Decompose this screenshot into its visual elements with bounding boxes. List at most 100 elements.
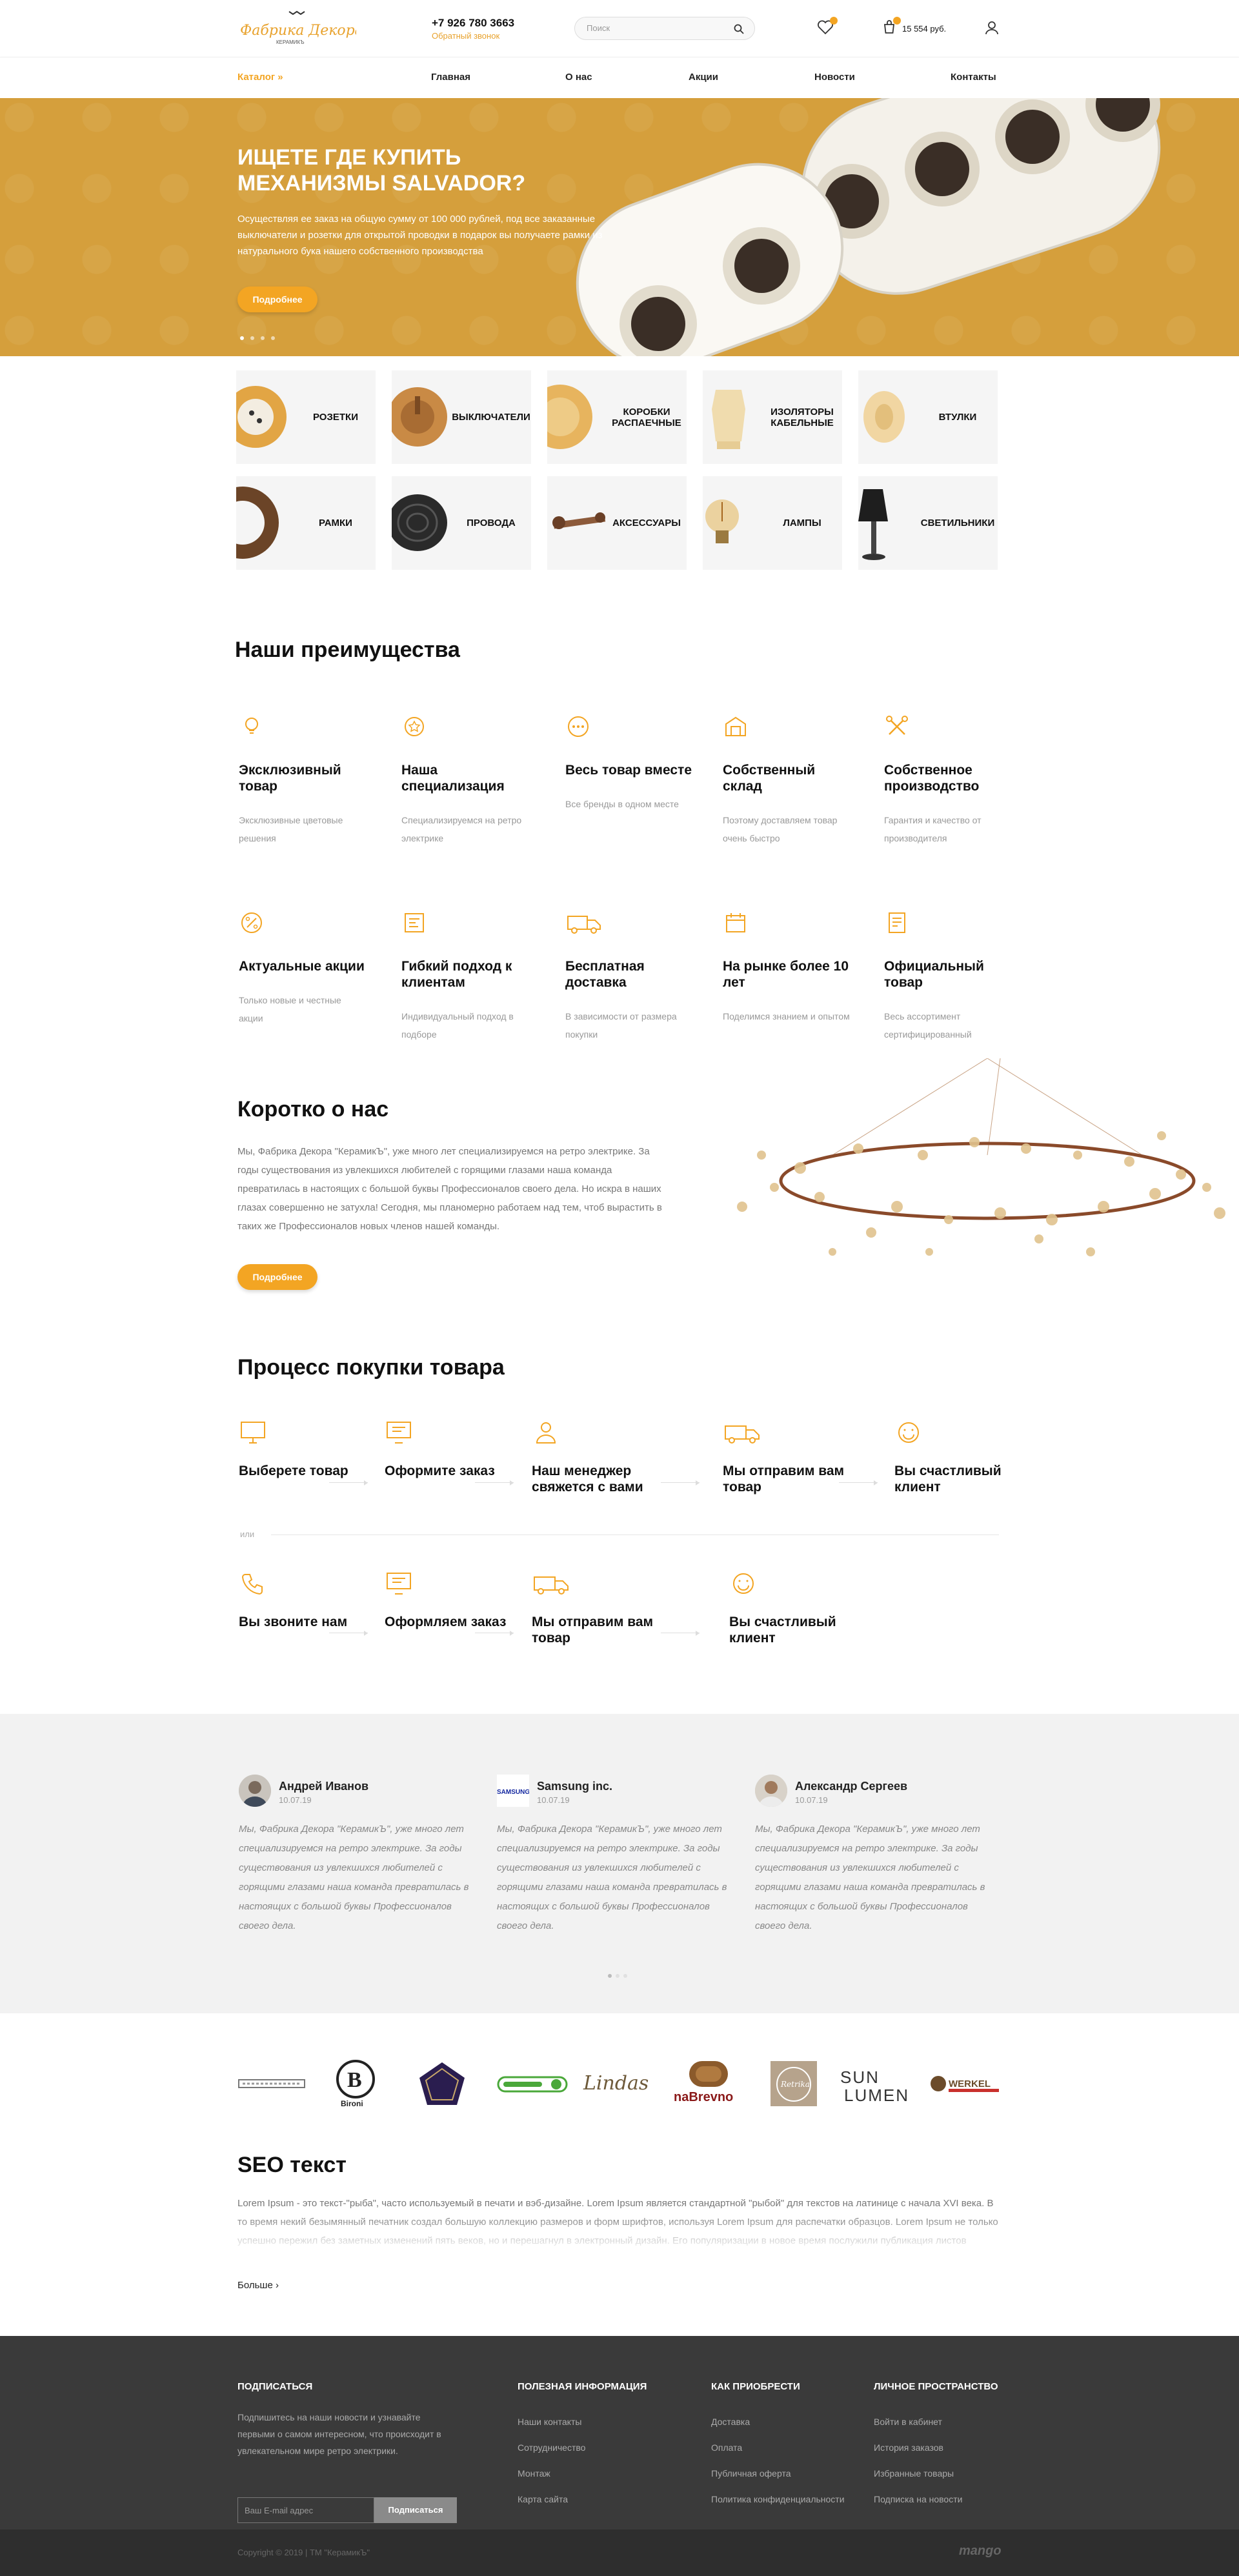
advantage-item: Собственный склад Поэтому доставляем тов… bbox=[723, 714, 852, 847]
frames-image bbox=[236, 487, 279, 559]
logo-sub: КЕРАМИКЪ bbox=[276, 39, 305, 45]
email-field[interactable]: Ваш E-mail адрес bbox=[237, 2497, 374, 2523]
svg-text:B: B bbox=[347, 2068, 362, 2092]
slider-dot[interactable] bbox=[616, 1974, 620, 1978]
nav-catalog[interactable]: Каталог » bbox=[237, 72, 283, 83]
lightbulb-icon bbox=[245, 718, 258, 734]
category-lamps[interactable]: Лампы bbox=[703, 476, 842, 570]
slider-dot[interactable] bbox=[623, 1974, 627, 1978]
search-input[interactable]: Поиск bbox=[574, 17, 755, 40]
category-insulators[interactable]: Изоляторы кабельные bbox=[703, 370, 842, 464]
footer-link[interactable]: Избранные товары bbox=[874, 2460, 998, 2486]
nav-home[interactable]: Главная bbox=[431, 72, 470, 83]
footer-link[interactable]: Политика конфиденциальности bbox=[711, 2486, 845, 2512]
footer-link[interactable]: Оплата bbox=[711, 2435, 845, 2460]
advantage-item: Весь товар вместе Все бренды в одном мес… bbox=[565, 714, 694, 813]
category-fixtures[interactable]: Светильники bbox=[858, 476, 998, 570]
dots-icon bbox=[568, 716, 589, 737]
step-title: Вы счастливый клиент bbox=[894, 1464, 1002, 1494]
footer-subscribe-title: Подписаться bbox=[237, 2381, 313, 2392]
about-more-button[interactable]: Подробнее bbox=[237, 1264, 317, 1290]
seo-more-link[interactable]: Больше › bbox=[237, 2280, 279, 2291]
footer-link[interactable]: Карта сайта bbox=[518, 2486, 647, 2512]
subscribe-button[interactable]: Подписаться bbox=[374, 2497, 457, 2523]
nav-news[interactable]: Новости bbox=[814, 72, 855, 83]
happy-client-icon bbox=[733, 1573, 754, 1594]
advantage-title: Бесплатная доставка bbox=[565, 959, 645, 990]
seo-fade bbox=[237, 2213, 999, 2252]
step-title: Оформляем заказ bbox=[385, 1615, 507, 1629]
hero-banner: Ищете где купить механизмы Salvador? Осу… bbox=[0, 98, 1239, 356]
process-step: Наш менеджер свяжется с вами bbox=[532, 1420, 674, 1495]
brand-logo-werkel[interactable]: WERKEL bbox=[929, 2058, 1000, 2109]
slider-dot[interactable] bbox=[271, 336, 275, 340]
category-switches[interactable]: Выключатели bbox=[392, 370, 531, 464]
category-bushings[interactable]: Втулки bbox=[858, 370, 998, 464]
brand-logo-bironi[interactable]: B Bironi bbox=[327, 2058, 385, 2109]
advantage-title: На рынке более 10 лет bbox=[723, 959, 849, 990]
category-accessories[interactable]: Аксессуары bbox=[547, 476, 687, 570]
logo[interactable]: Фабрика Декора КЕРАМИКЪ bbox=[237, 9, 363, 48]
search-placeholder: Поиск bbox=[587, 23, 610, 33]
review-text: Мы, Фабрика Декора "КерамикЪ", уже много… bbox=[755, 1824, 985, 1931]
nav-about[interactable]: О нас bbox=[565, 72, 592, 83]
brand-logo-lindas[interactable]: Lindas bbox=[581, 2058, 658, 2109]
footer-link[interactable]: Доставка bbox=[711, 2409, 845, 2435]
nav-sales[interactable]: Акции bbox=[689, 72, 718, 83]
advantage-desc: Только новые и честные акции bbox=[239, 995, 341, 1023]
step-title: Мы отправим вам товар bbox=[532, 1615, 654, 1645]
category-label: Рамки bbox=[319, 518, 352, 528]
footer-link[interactable]: Сотрудничество bbox=[518, 2435, 647, 2460]
cart-sum[interactable]: 15 554 руб. bbox=[902, 24, 946, 34]
reviews-slider-dots bbox=[608, 1969, 627, 1981]
brand-logo-nabrevno[interactable]: naBrevno bbox=[670, 2058, 747, 2109]
step-arrow bbox=[661, 1480, 700, 1485]
happy-client-icon bbox=[898, 1422, 919, 1443]
footer-subscribe: Подписаться Подпишитесь на наши новости … bbox=[237, 2381, 457, 2523]
svg-text:Lindas: Lindas bbox=[583, 2072, 649, 2095]
footer-link[interactable]: Подписка на новости bbox=[874, 2486, 998, 2512]
footer-link[interactable]: Монтаж bbox=[518, 2460, 647, 2486]
footer-link[interactable]: Наши контакты bbox=[518, 2409, 647, 2435]
advantage-desc: Весь ассортимент сертифицированный bbox=[884, 1011, 972, 1040]
sockets-image bbox=[236, 386, 287, 448]
advantage-item: Гибкий подход к клиентам Индивидуальный … bbox=[401, 910, 530, 1043]
phone-number[interactable]: +7 926 780 3663 bbox=[432, 17, 514, 30]
category-frames[interactable]: Рамки bbox=[236, 476, 376, 570]
slider-dot[interactable] bbox=[261, 336, 265, 340]
hero-more-button[interactable]: Подробнее bbox=[237, 287, 317, 312]
brand-logo[interactable] bbox=[497, 2058, 568, 2109]
favorites-icon[interactable] bbox=[817, 17, 838, 38]
advantage-item: Официальный товар Весь ассортимент серти… bbox=[884, 910, 1013, 1043]
developer-logo[interactable]: mango bbox=[959, 2544, 1002, 2559]
svg-text:SAMSUNG: SAMSUNG bbox=[497, 1789, 529, 1796]
slider-dot[interactable] bbox=[250, 336, 254, 340]
user-icon[interactable] bbox=[985, 21, 999, 38]
process-step: Мы отправим вам товар bbox=[723, 1420, 865, 1495]
callback-link[interactable]: Обратный звонок bbox=[432, 31, 499, 41]
footer-link[interactable]: История заказов bbox=[874, 2435, 998, 2460]
category-junction-boxes[interactable]: Коробки распаечные bbox=[547, 370, 687, 464]
svg-text:LUMEN: LUMEN bbox=[844, 2086, 909, 2105]
category-wires[interactable]: Провода bbox=[392, 476, 531, 570]
brand-logo[interactable] bbox=[413, 2058, 471, 2109]
footer-link[interactable]: Войти в кабинет bbox=[874, 2409, 998, 2435]
search-icon[interactable] bbox=[734, 24, 744, 37]
seo-title: SEO текст bbox=[237, 2153, 347, 2177]
brand-logo-sunlumen[interactable]: SUN LUMEN bbox=[839, 2058, 916, 2109]
advantage-desc: Поэтому доставляем товар очень быстро bbox=[723, 815, 838, 843]
brand-logo[interactable] bbox=[236, 2058, 307, 2109]
cart-icon[interactable] bbox=[881, 17, 901, 38]
advantage-desc: Гарантия и качество от производителя bbox=[884, 815, 982, 843]
brand-logo-retrika[interactable]: Retrika bbox=[768, 2058, 820, 2109]
slider-dot[interactable] bbox=[608, 1974, 612, 1978]
avatar bbox=[755, 1775, 787, 1807]
step-arrow bbox=[475, 1480, 514, 1485]
nav-contacts[interactable]: Контакты bbox=[951, 72, 996, 83]
process-step: Выберете товар bbox=[239, 1420, 381, 1479]
slider-dot[interactable] bbox=[240, 336, 244, 340]
step-arrow bbox=[329, 1480, 368, 1485]
advantage-title: Весь товар вместе bbox=[565, 763, 692, 778]
category-sockets[interactable]: Розетки bbox=[236, 370, 376, 464]
footer-link[interactable]: Публичная оферта bbox=[711, 2460, 845, 2486]
